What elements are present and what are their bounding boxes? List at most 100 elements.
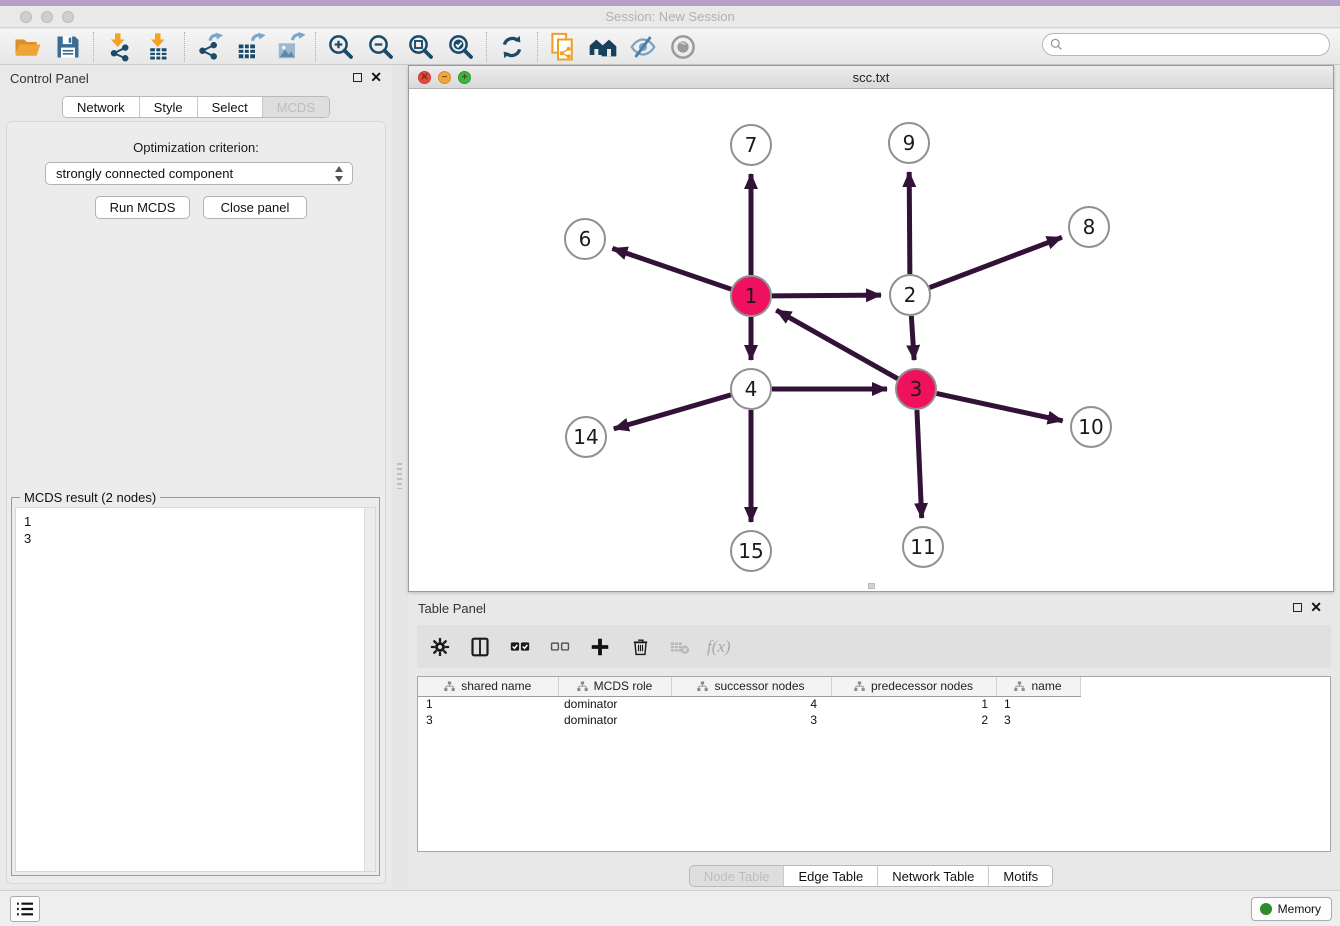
task-history-button[interactable] bbox=[10, 896, 40, 922]
table-row[interactable]: 3dominator323 bbox=[418, 712, 1330, 728]
run-mcds-button[interactable]: Run MCDS bbox=[95, 196, 190, 219]
column-header-MCDS-role[interactable]: MCDS role bbox=[558, 677, 671, 696]
home-layout-button[interactable] bbox=[583, 30, 623, 64]
tab-mcds[interactable]: MCDS bbox=[262, 97, 329, 117]
import-network-button[interactable] bbox=[99, 30, 139, 64]
hide-selected-button[interactable] bbox=[623, 30, 663, 64]
graph-edge-1-2[interactable] bbox=[772, 295, 881, 296]
tab-edge-table[interactable]: Edge Table bbox=[783, 866, 877, 886]
criterion-select[interactable]: strongly connected component bbox=[45, 162, 353, 185]
zoom-fit-button[interactable] bbox=[401, 30, 441, 64]
tab-style[interactable]: Style bbox=[139, 97, 197, 117]
graph-edge-1-6[interactable] bbox=[612, 248, 731, 289]
canvas-resize-grip[interactable] bbox=[868, 583, 875, 589]
table-cell[interactable]: 3 bbox=[996, 712, 1080, 728]
table-cell[interactable]: 1 bbox=[831, 696, 996, 712]
graph-node-1[interactable]: 1 bbox=[730, 275, 772, 317]
table-cell[interactable]: dominator bbox=[558, 712, 671, 728]
delete-column-button[interactable] bbox=[627, 634, 653, 660]
table-cell[interactable]: 2 bbox=[831, 712, 996, 728]
memory-button[interactable]: Memory bbox=[1251, 897, 1332, 921]
refresh-view-button[interactable] bbox=[492, 30, 532, 64]
export-image-button[interactable] bbox=[270, 30, 310, 64]
main-toolbar bbox=[0, 29, 1340, 65]
select-all-rows-button[interactable] bbox=[507, 634, 533, 660]
function-builder-button[interactable]: f(x) bbox=[707, 634, 731, 660]
column-type-icon bbox=[697, 681, 708, 692]
graph-edge-2-8[interactable] bbox=[930, 237, 1062, 287]
graph-edge-2-9[interactable] bbox=[909, 172, 910, 274]
graph-node-14[interactable]: 14 bbox=[565, 416, 607, 458]
table-row[interactable]: 1dominator411 bbox=[418, 696, 1330, 712]
mcds-result-title: MCDS result (2 nodes) bbox=[20, 490, 160, 505]
zoom-selected-button[interactable] bbox=[441, 30, 481, 64]
deselect-all-rows-button[interactable] bbox=[547, 634, 573, 660]
float-panel-icon[interactable] bbox=[353, 73, 362, 82]
toolbar-search-field[interactable] bbox=[1042, 33, 1330, 56]
graph-node-8[interactable]: 8 bbox=[1068, 206, 1110, 248]
apply-style-button[interactable] bbox=[543, 30, 583, 64]
column-header-shared-name[interactable]: shared name bbox=[418, 677, 558, 696]
control-panel-header: Control Panel ✕ bbox=[0, 65, 392, 93]
graph-edge-3-10[interactable] bbox=[937, 393, 1063, 420]
graph-node-9[interactable]: 9 bbox=[888, 122, 930, 164]
table-close-icon[interactable]: ✕ bbox=[1310, 599, 1322, 615]
tab-node-table[interactable]: Node Table bbox=[690, 866, 784, 886]
panel-splitter[interactable] bbox=[392, 65, 408, 888]
table-cell[interactable]: 4 bbox=[671, 696, 831, 712]
window-title: Session: New Session bbox=[0, 9, 1340, 24]
graph-node-6[interactable]: 6 bbox=[564, 218, 606, 260]
show-all-button[interactable] bbox=[663, 30, 703, 64]
table-settings-button[interactable] bbox=[427, 634, 453, 660]
zoom-out-button[interactable] bbox=[361, 30, 401, 64]
column-browser-button[interactable] bbox=[467, 634, 493, 660]
graph-node-2[interactable]: 2 bbox=[889, 274, 931, 316]
fx-icon: f(x) bbox=[707, 637, 731, 657]
select-stepper-icon bbox=[334, 166, 345, 182]
zoom-in-button[interactable] bbox=[321, 30, 361, 64]
network-canvas[interactable]: 7 9 6 8 1 2 4 3 14 10 15 11 bbox=[409, 89, 1333, 591]
close-panel-icon[interactable]: ✕ bbox=[370, 69, 382, 85]
save-session-button[interactable] bbox=[48, 30, 88, 64]
import-table-button[interactable] bbox=[139, 30, 179, 64]
graph-node-4[interactable]: 4 bbox=[730, 368, 772, 410]
add-column-button[interactable] bbox=[587, 634, 613, 660]
graph-node-3[interactable]: 3 bbox=[895, 368, 937, 410]
table-cell[interactable]: 1 bbox=[418, 696, 558, 712]
mcds-result-box[interactable]: 13 bbox=[15, 507, 376, 872]
close-panel-button[interactable]: Close panel bbox=[203, 196, 307, 219]
export-table-button[interactable] bbox=[230, 30, 270, 64]
graph-node-11[interactable]: 11 bbox=[902, 526, 944, 568]
graph-edge-3-11[interactable] bbox=[917, 410, 922, 518]
tab-select[interactable]: Select bbox=[197, 97, 262, 117]
delete-table-button[interactable] bbox=[667, 634, 693, 660]
column-type-icon bbox=[854, 681, 865, 692]
column-header-successor-nodes[interactable]: successor nodes bbox=[671, 677, 831, 696]
table-cell[interactable]: 1 bbox=[996, 696, 1080, 712]
open-folder-icon bbox=[13, 32, 43, 62]
toolbar-separator bbox=[315, 32, 316, 62]
table-cell[interactable]: dominator bbox=[558, 696, 671, 712]
zoom-in-icon bbox=[326, 32, 356, 62]
export-network-button[interactable] bbox=[190, 30, 230, 64]
graph-node-7[interactable]: 7 bbox=[730, 124, 772, 166]
table-panel-title: Table Panel bbox=[418, 601, 486, 616]
tab-motifs[interactable]: Motifs bbox=[988, 866, 1052, 886]
network-window-titlebar[interactable]: ✕ − + scc.txt bbox=[409, 66, 1333, 89]
search-input[interactable] bbox=[1067, 38, 1329, 52]
open-session-button[interactable] bbox=[8, 30, 48, 64]
column-header-label: MCDS role bbox=[594, 679, 653, 693]
graph-edge-2-3[interactable] bbox=[911, 316, 914, 360]
tab-network-table[interactable]: Network Table bbox=[877, 866, 988, 886]
table-cell[interactable]: 3 bbox=[671, 712, 831, 728]
table-float-icon[interactable] bbox=[1293, 603, 1302, 612]
column-header-predecessor-nodes[interactable]: predecessor nodes bbox=[831, 677, 996, 696]
column-header-name[interactable]: name bbox=[996, 677, 1080, 696]
tab-network[interactable]: Network bbox=[63, 97, 139, 117]
result-scrollbar[interactable] bbox=[364, 508, 375, 871]
graph-node-10[interactable]: 10 bbox=[1070, 406, 1112, 448]
graph-node-15[interactable]: 15 bbox=[730, 530, 772, 572]
table-cell[interactable]: 3 bbox=[418, 712, 558, 728]
graph-edge-4-14[interactable] bbox=[614, 395, 731, 429]
graph-edge-3-1[interactable] bbox=[776, 310, 897, 378]
